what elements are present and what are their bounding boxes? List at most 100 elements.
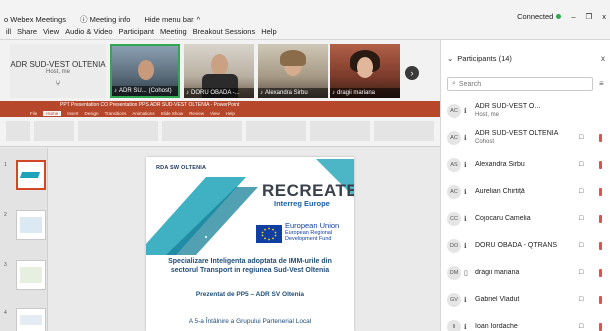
menu-breakout-sessions[interactable]: Breakout Sessions xyxy=(193,27,256,39)
eu-line-3: Development Fund xyxy=(285,236,332,242)
ribbon-group[interactable] xyxy=(162,121,242,141)
camera-icon[interactable]: □ xyxy=(579,215,583,222)
camera-icon[interactable]: □ xyxy=(579,323,583,330)
camera-icon[interactable]: □ xyxy=(579,188,583,195)
slide-thumbnail[interactable] xyxy=(16,210,46,240)
ppt-ribbon xyxy=(0,117,440,147)
ppt-tab[interactable]: Slide Show xyxy=(161,111,184,116)
participant-row[interactable]: II ℹ Ioan Iordache □ xyxy=(441,313,610,331)
muted-icon[interactable] xyxy=(599,268,602,277)
search-input[interactable]: ⌕ Search xyxy=(447,77,593,91)
muted-icon[interactable] xyxy=(599,133,602,142)
participant-row[interactable]: AC ℹ Aurelian Chirtiță □ xyxy=(441,178,610,205)
participant-name: Aurelian Chirtiță xyxy=(475,187,525,195)
hide-menu-bar-button[interactable]: Hide menu bar ^ xyxy=(144,15,200,24)
slide-thumbnail[interactable] xyxy=(16,308,46,331)
ppt-tab[interactable]: Insert xyxy=(67,111,78,116)
muted-icon[interactable] xyxy=(599,241,602,250)
slide-number: 2 xyxy=(4,212,7,218)
thumbnail-name: Alexandra Sirbu xyxy=(265,90,308,96)
participant-row[interactable]: GV ℹ Gabriel Vladut □ xyxy=(441,286,610,313)
sort-icon[interactable]: ≡ xyxy=(599,79,604,88)
participant-row[interactable]: AC ℹ ADR SUD-VEST OLTENIA Cohost □ xyxy=(441,124,610,151)
participant-row[interactable]: DM ▯ dragii mariana □ xyxy=(441,259,610,286)
menu-help[interactable]: Help xyxy=(261,27,276,39)
slide-title-line-2: sectorul Transport in regiunea Sud-Vest … xyxy=(170,267,330,274)
ppt-tab[interactable]: Review xyxy=(189,111,204,116)
avatar: DO xyxy=(447,238,461,253)
participant-name-block: ADR SUD-VEST OLTENIA Cohost xyxy=(475,130,575,146)
participant-name: DORU OBADA - QTRANS xyxy=(475,241,558,249)
participant-name: Ioan Iordache xyxy=(475,322,518,330)
microphone-icon: ℹ xyxy=(464,296,467,304)
ribbon-group[interactable] xyxy=(34,121,74,141)
ppt-tab[interactable]: Animations xyxy=(132,111,154,116)
participant-name-block: Gabriel Vladut xyxy=(475,296,575,304)
participant-row[interactable]: AS ℹ Alexandra Sirbu □ xyxy=(441,151,610,178)
camera-icon[interactable]: □ xyxy=(579,269,583,276)
next-arrow-button[interactable]: › xyxy=(405,66,419,80)
restore-button[interactable]: ❐ xyxy=(586,12,593,21)
meeting-info-button[interactable]: ⓘ Meeting info xyxy=(80,14,130,25)
thumbnail-name: ADR SU... xyxy=(119,88,147,94)
camera-icon[interactable]: □ xyxy=(579,296,583,303)
muted-icon[interactable] xyxy=(599,214,602,223)
participant-row[interactable]: DO ℹ DORU OBADA - QTRANS □ xyxy=(441,232,610,259)
video-thumbnail[interactable]: ♪ DORU OBADA -... xyxy=(184,44,254,98)
camera-icon[interactable]: □ xyxy=(579,161,583,168)
slide-thumbnail-selected[interactable] xyxy=(16,160,46,190)
ribbon-group[interactable] xyxy=(246,121,306,141)
ribbon-group[interactable] xyxy=(78,121,158,141)
muted-icon[interactable] xyxy=(599,160,602,169)
panel-header: ⌄ Participants (14) x xyxy=(441,52,610,64)
ribbon-group[interactable] xyxy=(374,121,434,141)
video-thumbnail[interactable]: ♪ dragii mariana xyxy=(330,44,400,98)
host-tile[interactable]: ADR SUD-VEST OLTENIA Host, me ⑂ xyxy=(10,44,106,98)
ppt-tab[interactable]: Design xyxy=(85,111,99,116)
camera-icon[interactable]: □ xyxy=(579,134,583,141)
slide-thumbnail[interactable] xyxy=(16,260,46,290)
muted-icon[interactable] xyxy=(599,295,602,304)
video-thumbnail[interactable]: ♪ Alexandra Sirbu xyxy=(258,44,328,98)
video-strip: ADR SUD-VEST OLTENIA Host, me ⑂ ♪ ADR SU… xyxy=(0,40,440,101)
slide-title-line-1: Specializare Inteligenta adoptata de IMM… xyxy=(168,258,332,265)
info-icon: ⓘ xyxy=(79,14,88,24)
participant-name-block: DORU OBADA - QTRANS xyxy=(475,242,575,250)
microphone-icon: ℹ xyxy=(464,161,467,169)
avatar: AC xyxy=(447,184,461,199)
participant-name: Alexandra Sirbu xyxy=(475,160,525,168)
ppt-tab[interactable]: Help xyxy=(226,111,235,116)
ribbon-group[interactable] xyxy=(6,121,30,141)
participant-name: Gabriel Vladut xyxy=(475,295,520,303)
eu-text: European Union European Regional Develop… xyxy=(285,221,340,243)
slide-title: Specializare Inteligenta adoptata de IMM… xyxy=(146,257,354,275)
connection-status: Connected xyxy=(517,12,562,21)
camera-icon[interactable]: □ xyxy=(579,242,583,249)
ppt-tab-active[interactable]: Home xyxy=(43,110,62,116)
close-window-button[interactable]: x xyxy=(602,12,606,21)
participant-row[interactable]: AC ℹ ADR SUD-VEST O... Host, me xyxy=(441,97,610,124)
muted-icon[interactable] xyxy=(599,187,602,196)
menu-participant[interactable]: Participant xyxy=(119,27,154,39)
microphone-icon: ℹ xyxy=(464,242,467,250)
close-panel-button[interactable]: x xyxy=(601,54,605,63)
participant-name-block: dragii mariana xyxy=(475,269,575,277)
participant-row[interactable]: CC ℹ Cojocaru Camelia □ xyxy=(441,205,610,232)
muted-icon[interactable] xyxy=(599,322,602,331)
menu-meeting[interactable]: Meeting xyxy=(160,27,187,39)
menu-view[interactable]: View xyxy=(43,27,59,39)
participant-name-block: ADR SUD-VEST O... Host, me xyxy=(475,103,575,119)
participant-list: AC ℹ ADR SUD-VEST O... Host, me AC ℹ ADR SUD-V… xyxy=(441,97,610,331)
chevron-down-icon[interactable]: ⌄ xyxy=(447,54,453,63)
ppt-tab[interactable]: File xyxy=(30,111,37,116)
menu-share[interactable]: Share xyxy=(17,27,37,39)
ribbon-group[interactable] xyxy=(310,121,370,141)
eu-line-1: European Union xyxy=(285,221,340,230)
video-thumbnail[interactable]: ♪ ADR SU... (Cohost) xyxy=(110,44,180,98)
minimize-button[interactable]: – xyxy=(571,12,575,21)
eu-flag-icon xyxy=(256,225,282,243)
ppt-tab[interactable]: Transitions xyxy=(105,111,127,116)
menu-audio-video[interactable]: Audio & Video xyxy=(65,27,112,39)
ppt-tab[interactable]: View xyxy=(210,111,220,116)
participant-name-block: Ioan Iordache xyxy=(475,323,575,331)
